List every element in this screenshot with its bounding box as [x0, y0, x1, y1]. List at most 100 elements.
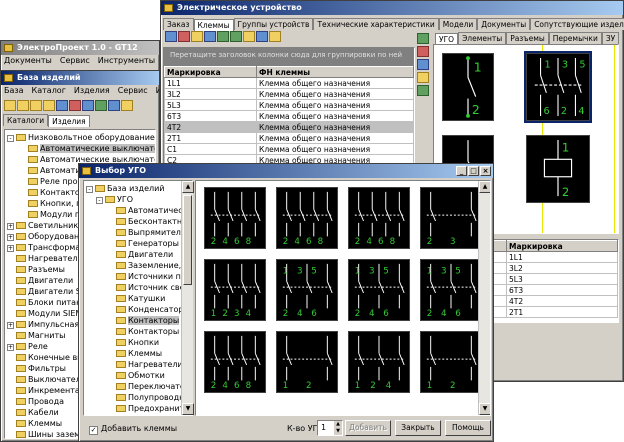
preview-symbol-contactor[interactable]: 1 3 5 6 2 4: [524, 51, 592, 123]
remove-terminal-icon[interactable]: [178, 31, 190, 42]
ugo-symbol[interactable]: 12: [420, 331, 482, 393]
grid-scroll-up-button[interactable]: ▲: [479, 181, 490, 193]
menu-item[interactable]: Сервис: [118, 85, 148, 97]
tab[interactable]: Изделия: [48, 115, 90, 127]
add-button[interactable]: Добавить: [345, 420, 391, 436]
ugo-symbol[interactable]: 2468: [348, 187, 410, 249]
arrow-up-icon[interactable]: [217, 31, 229, 42]
tree-item[interactable]: Контакторы реле: [84, 326, 192, 337]
column-header[interactable]: ФН клеммы: [256, 66, 414, 78]
side-remove-icon[interactable]: [417, 46, 429, 57]
table-row[interactable]: 2T1 Клемма общего назначения: [164, 132, 414, 144]
tree-scrollbar[interactable]: ▲ ▼: [181, 181, 194, 415]
column-header[interactable]: Маркировка: [164, 66, 257, 78]
help-button[interactable]: Помощь: [445, 420, 491, 436]
tab[interactable]: Разъемы: [506, 32, 549, 44]
properties-icon[interactable]: [82, 99, 94, 111]
export-icon[interactable]: [121, 99, 133, 111]
grid-scroll-down-button[interactable]: ▼: [479, 403, 490, 415]
new-folder-icon[interactable]: [17, 99, 29, 111]
close-dialog-button[interactable]: Закрыть: [395, 420, 441, 436]
side-link-icon[interactable]: [417, 85, 429, 96]
menu-item[interactable]: Инструменты: [156, 85, 159, 97]
folder-up-icon[interactable]: [30, 99, 42, 111]
expand-icon[interactable]: +: [7, 245, 14, 252]
menu-item[interactable]: Каталог: [32, 85, 66, 97]
tab[interactable]: ЗУ: [601, 32, 620, 44]
print-icon[interactable]: [256, 31, 268, 42]
open-folder-icon[interactable]: [4, 99, 16, 111]
scroll-down-button[interactable]: ▼: [182, 403, 194, 415]
ugo-symbol[interactable]: 12: [276, 331, 338, 393]
table-row[interactable]: 4T2 Клемма общего назначения: [164, 121, 414, 133]
ugo-symbol[interactable]: 23: [420, 187, 482, 249]
scroll-up-button[interactable]: ▲: [182, 181, 194, 193]
tree-item[interactable]: Выпрямители: [84, 227, 192, 238]
tab[interactable]: Модели: [438, 18, 478, 30]
tree-item[interactable]: Кнопки: [84, 337, 192, 348]
link-icon[interactable]: [204, 31, 216, 42]
ugo-symbol[interactable]: 1 2 3 4 5 6: [348, 259, 410, 321]
table-row[interactable]: 6T3 Клемма общего назначения: [164, 110, 414, 122]
tab[interactable]: Элементы: [458, 32, 507, 44]
count-spinner[interactable]: 1 ▲ ▼: [317, 420, 343, 436]
tree-item[interactable]: Источники питания: [84, 271, 192, 282]
tree-item[interactable]: Приборы: [84, 414, 192, 415]
maximize-button[interactable]: □: [468, 166, 479, 176]
copy-icon[interactable]: [56, 99, 68, 111]
ugo-symbol[interactable]: 2468: [204, 331, 266, 393]
preview-symbol-relay-coil[interactable]: 12: [526, 135, 590, 203]
checkbox-icon[interactable]: ✓: [89, 426, 98, 435]
edit-terminal-icon[interactable]: [191, 31, 203, 42]
table-row[interactable]: C1 Клемма общего назначения: [164, 143, 414, 155]
ugo-symbol[interactable]: 2468: [204, 187, 266, 249]
ugo-symbol[interactable]: 2468: [276, 187, 338, 249]
tree-item[interactable]: - Низковольтное оборудование SIEMENS: [5, 132, 155, 143]
menu-item[interactable]: Документы: [4, 55, 52, 67]
tree-item[interactable]: Заземление, корпус: [84, 260, 192, 271]
menu-item[interactable]: Сервис: [60, 55, 90, 67]
ugo-symbol[interactable]: 1 2 3 4 5 6: [276, 259, 338, 321]
folder-edit-icon[interactable]: [43, 99, 55, 111]
tab[interactable]: Перемычки: [548, 32, 602, 44]
close-button[interactable]: ×: [480, 166, 491, 176]
table-row[interactable]: 1L1 Клемма общего назначения: [164, 77, 414, 89]
table-row[interactable]: 3L2 Клемма общего назначения: [164, 88, 414, 100]
menu-item[interactable]: Инструменты: [98, 55, 155, 67]
tab[interactable]: Каталоги: [3, 114, 49, 126]
tree-item[interactable]: Предохранители: [84, 403, 192, 414]
tree-item[interactable]: Нагреватели: [84, 359, 192, 370]
tab[interactable]: Документы: [477, 18, 531, 30]
grid-scrollbar[interactable]: ▲ ▼: [478, 181, 490, 415]
column-header[interactable]: Маркировка: [506, 240, 618, 252]
spin-down-icon[interactable]: ▼: [334, 428, 342, 435]
tree-item[interactable]: Генераторы: [84, 238, 192, 249]
collapse-icon[interactable]: -: [86, 186, 93, 193]
add-terminal-icon[interactable]: [165, 31, 177, 42]
expand-icon[interactable]: +: [7, 322, 14, 329]
tree-item[interactable]: Контакторы: [84, 315, 192, 326]
tree-item[interactable]: Автоматические выключатели RV10: [5, 143, 155, 154]
ugo-symbol[interactable]: 124: [348, 331, 410, 393]
add-terminals-checkbox[interactable]: ✓ Добавить клеммы: [89, 424, 177, 435]
tree-item[interactable]: Источник света: [84, 282, 192, 293]
menu-item[interactable]: Изделия: [74, 85, 110, 97]
tree-item[interactable]: Полупроводники: [84, 392, 192, 403]
minimize-button[interactable]: _: [456, 166, 467, 176]
tree-item[interactable]: Конденсаторы: [84, 304, 192, 315]
list-icon[interactable]: [269, 31, 281, 42]
tree-item[interactable]: Бесконтактные датчики: [84, 216, 192, 227]
tree-item[interactable]: Автоматические выключатели: [84, 205, 192, 216]
tree-item[interactable]: Клеммы: [84, 348, 192, 359]
delete-icon[interactable]: [69, 99, 81, 111]
side-rotate-icon[interactable]: [417, 72, 429, 83]
arrow-down-icon[interactable]: [230, 31, 242, 42]
collapse-icon[interactable]: -: [7, 135, 14, 142]
expand-icon[interactable]: +: [7, 223, 14, 230]
tree-item[interactable]: Переключатели: [84, 381, 192, 392]
refresh-icon[interactable]: [95, 99, 107, 111]
tab[interactable]: Сопутствующие изделия: [530, 18, 624, 30]
collapse-icon[interactable]: -: [96, 197, 103, 204]
expand-icon[interactable]: +: [7, 234, 14, 241]
ugo-symbol[interactable]: 1 2 3 4 5 6: [420, 259, 482, 321]
